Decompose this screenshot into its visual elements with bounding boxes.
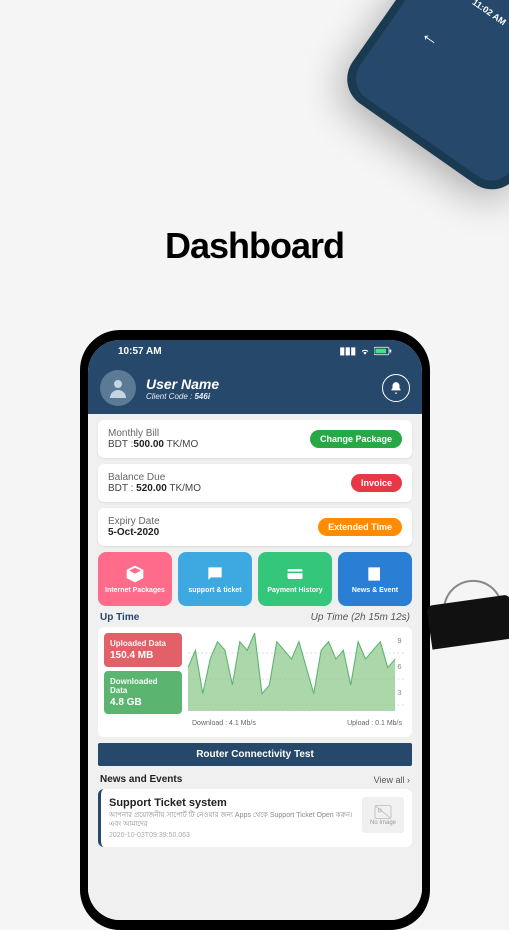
news-viewall-link[interactable]: View all › xyxy=(374,775,410,785)
avatar[interactable] xyxy=(100,370,136,406)
download-speed: Download : 4.1 Mb/s xyxy=(192,720,256,727)
balance-label: Balance Due xyxy=(108,472,201,483)
battery-icon xyxy=(374,346,392,356)
app-header: User Name Client Code : 546i xyxy=(88,362,422,414)
uploaded-data-box: Uploaded Data 150.4 MB xyxy=(104,633,182,667)
page-title: Dashboard xyxy=(0,225,509,267)
router-connectivity-button[interactable]: Router Connectivity Test xyxy=(98,743,412,766)
status-time: 10:57 AM xyxy=(118,346,162,357)
svg-text:3: 3 xyxy=(397,688,401,697)
extended-time-button[interactable]: Extended Time xyxy=(318,518,402,536)
uptime-label: Up Time xyxy=(100,612,139,623)
status-bar: 10:57 AM ▮▮▮ xyxy=(88,340,422,362)
expiry-card: Expiry Date 5-Oct-2020 Extended Time xyxy=(98,508,412,546)
tile-payment-history[interactable]: Payment History xyxy=(258,552,332,606)
svg-text:9: 9 xyxy=(397,636,401,645)
back-arrow-icon: ← xyxy=(416,22,446,52)
tile-support-ticket[interactable]: support & ticket xyxy=(178,552,252,606)
uptime-value: Up Time (2h 15m 12s) xyxy=(311,612,410,623)
downloaded-data-box: Downloaded Data 4.8 GB xyxy=(104,671,182,714)
notification-button[interactable] xyxy=(382,374,410,402)
uptime-chart: 9 6 3 xyxy=(188,633,406,713)
chat-icon xyxy=(205,564,225,584)
no-image-icon xyxy=(373,804,393,820)
invoice-button[interactable]: Invoice xyxy=(351,474,402,492)
news-item-body: আপনার প্রয়োজনীয় সাপোর্ট টি নেওয়ার জন্… xyxy=(109,811,354,829)
news-item[interactable]: Support Ticket system আপনার প্রয়োজনীয় … xyxy=(98,789,412,847)
expiry-label: Expiry Date xyxy=(108,516,160,527)
news-item-image-placeholder: No Image xyxy=(362,797,404,833)
bell-icon xyxy=(389,381,403,395)
card-icon xyxy=(285,564,305,584)
news-header-title: News and Events xyxy=(100,774,182,785)
secondary-phone-mock: 11:02 AM ← xyxy=(335,0,509,201)
news-item-title: Support Ticket system xyxy=(109,797,354,809)
upload-speed: Upload : 0.1 Mb/s xyxy=(347,720,402,727)
wifi-icon xyxy=(360,346,370,356)
binder-clip-decor xyxy=(429,600,509,660)
svg-text:6: 6 xyxy=(397,662,401,671)
change-package-button[interactable]: Change Package xyxy=(310,430,402,448)
uptime-chart-card: Uploaded Data 150.4 MB Downloaded Data 4… xyxy=(98,627,412,737)
user-name: User Name xyxy=(146,376,219,392)
bill-label: Monthly Bill xyxy=(108,428,198,439)
news-item-date: 2020-10-03T09:39:50.063 xyxy=(109,832,354,839)
package-icon xyxy=(125,564,145,584)
phone2-time: 11:02 AM xyxy=(470,0,507,27)
monthly-bill-card: Monthly Bill BDT :500.00 TK/MO Change Pa… xyxy=(98,420,412,458)
signal-icon: ▮▮▮ xyxy=(339,346,356,357)
balance-due-card: Balance Due BDT : 520.00 TK/MO Invoice xyxy=(98,464,412,502)
client-code: Client Code : 546i xyxy=(146,392,219,401)
tile-news-event[interactable]: News & Event xyxy=(338,552,412,606)
tile-internet-packages[interactable]: Internet Packages xyxy=(98,552,172,606)
news-icon xyxy=(365,564,385,584)
phone-mock: 10:57 AM ▮▮▮ User Name Client Code : 546… xyxy=(80,330,430,930)
